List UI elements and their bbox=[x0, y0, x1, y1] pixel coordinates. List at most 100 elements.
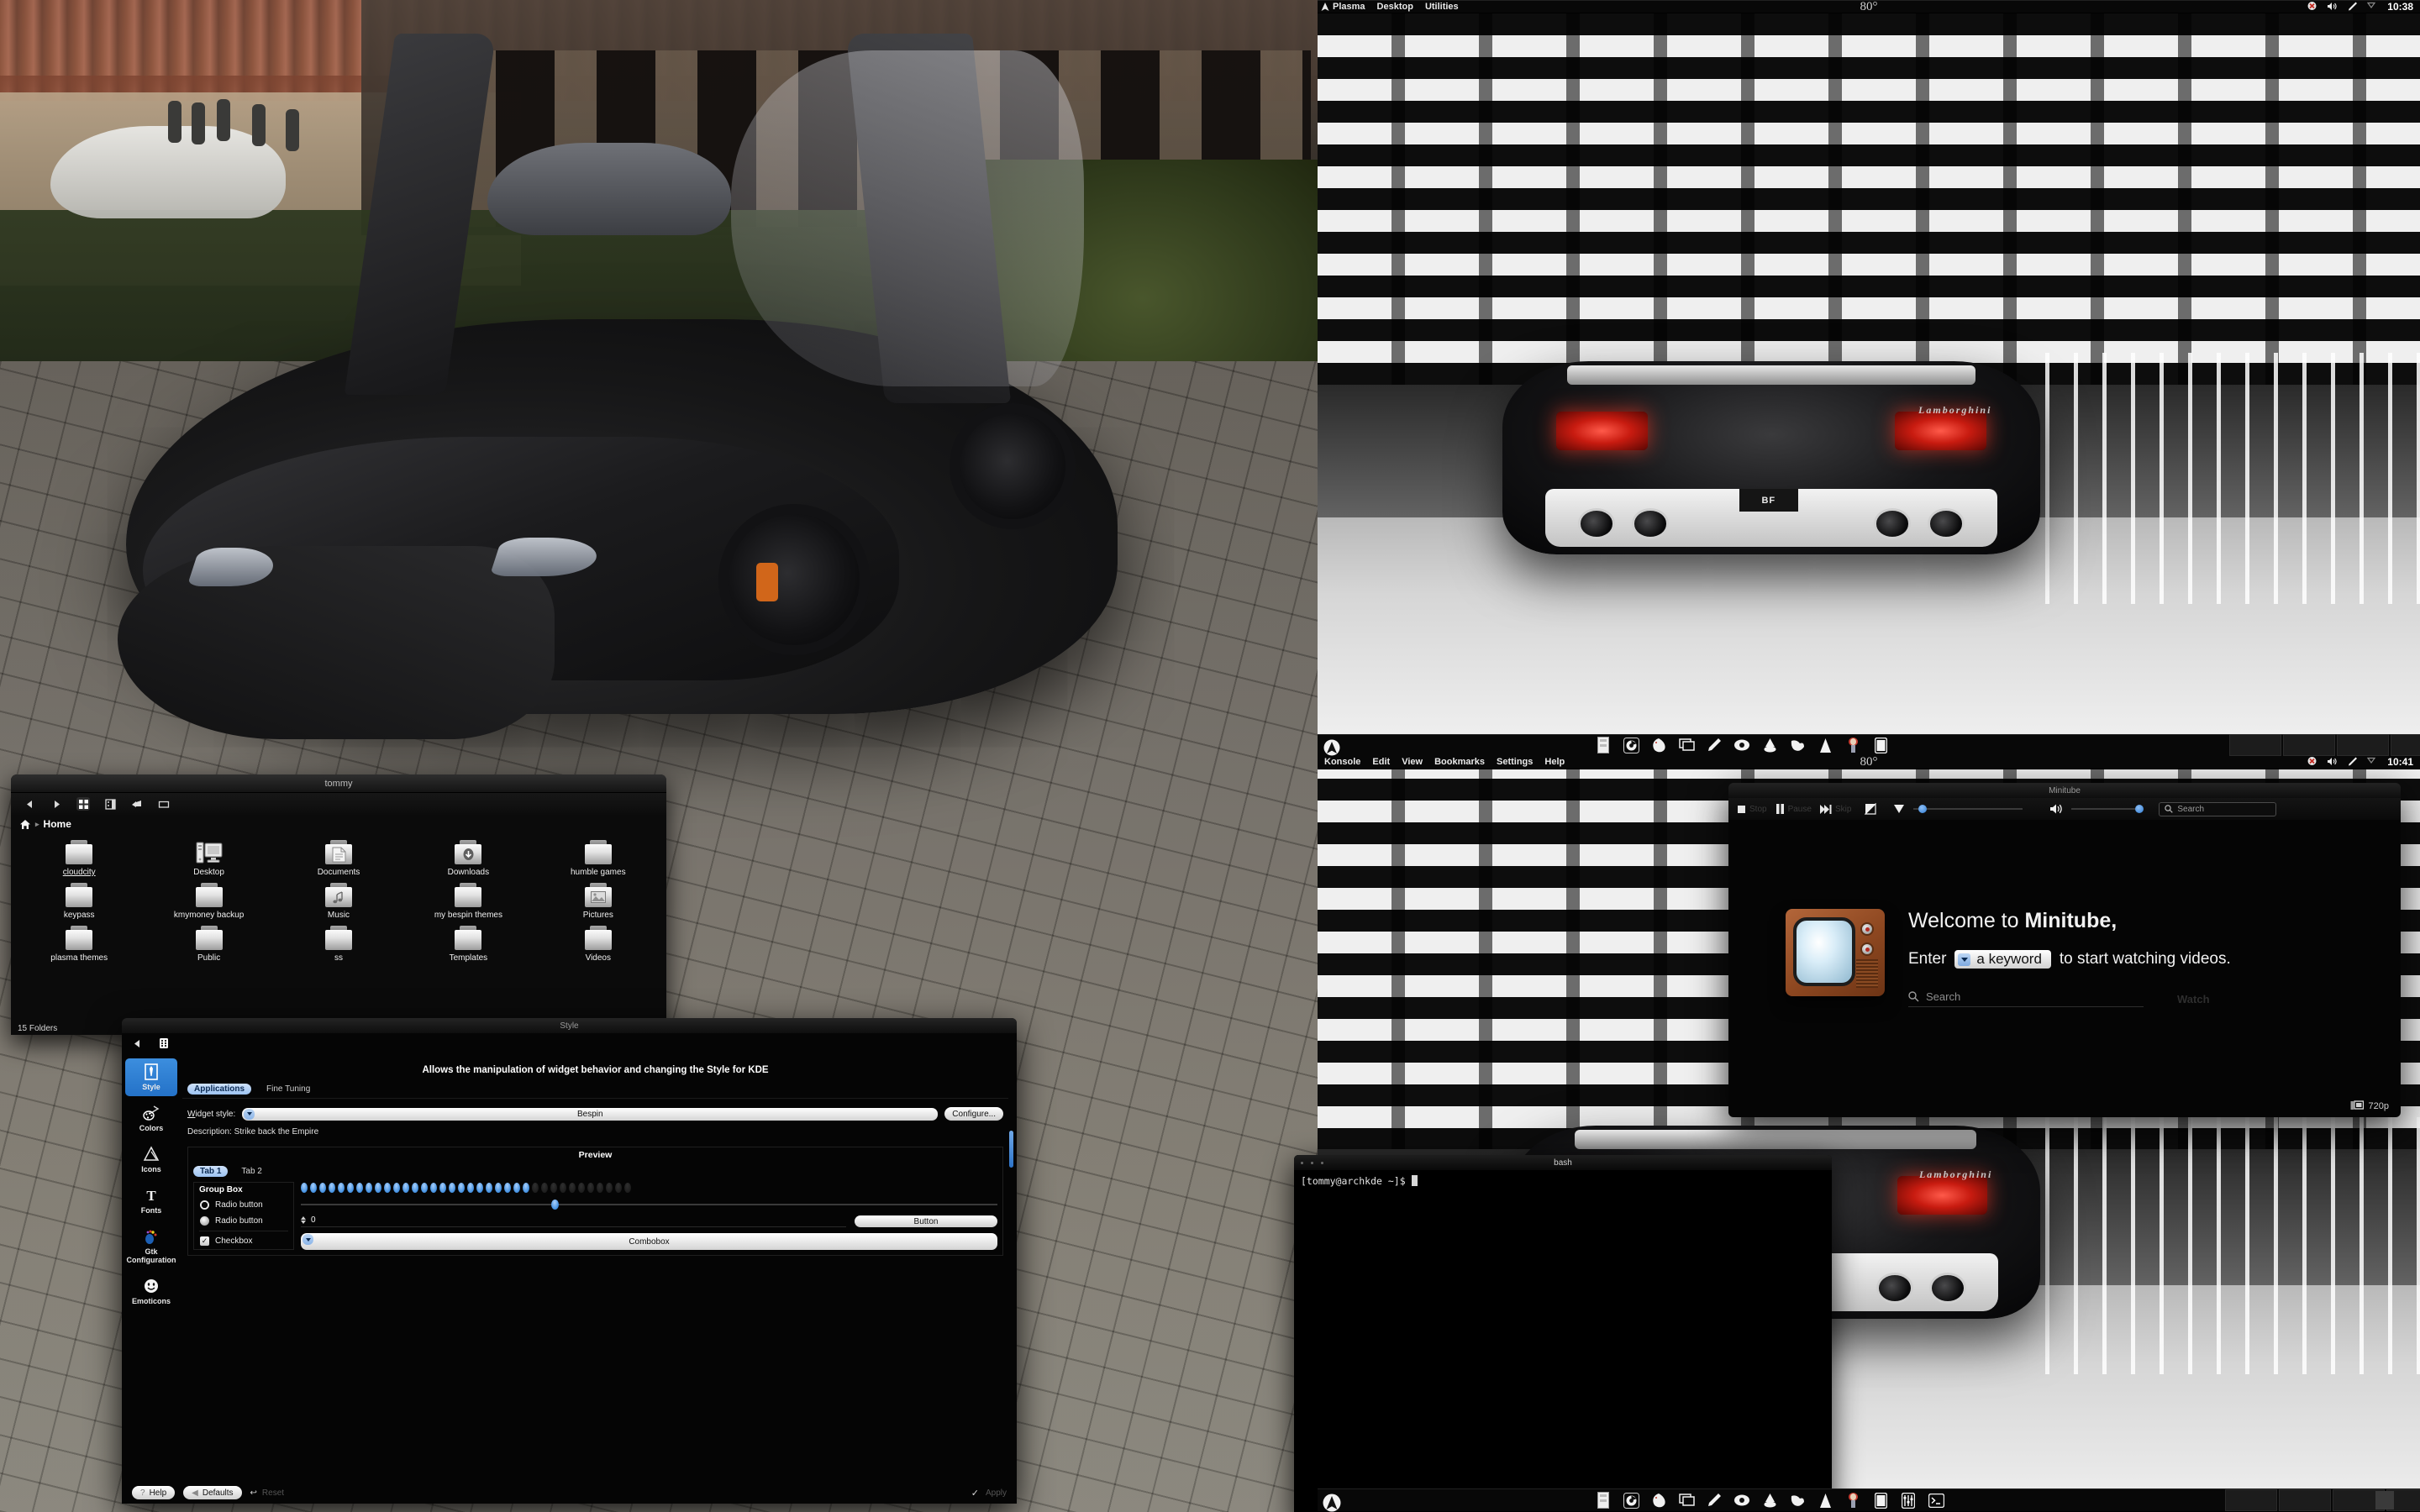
list-item[interactable]: kmymoney backup bbox=[144, 883, 273, 921]
menu-settings[interactable]: Settings bbox=[1497, 757, 1533, 767]
kate-icon[interactable] bbox=[1706, 736, 1723, 754]
volume-icon[interactable] bbox=[2327, 756, 2338, 768]
list-item[interactable]: Pictures bbox=[534, 883, 663, 921]
menu-edit[interactable]: Edit bbox=[1372, 757, 1390, 767]
back-icon[interactable] bbox=[132, 1038, 143, 1049]
file-manager-icon[interactable] bbox=[1595, 736, 1612, 754]
watch-button[interactable]: Watch bbox=[2177, 993, 2210, 1005]
style-settings-window[interactable]: Style Style Colors Icons T Fonts Gtk Con… bbox=[122, 1018, 1017, 1504]
quality-status[interactable]: 720p bbox=[2350, 1100, 2389, 1111]
pause-button[interactable]: Pause bbox=[1776, 804, 1812, 814]
menu-desktop[interactable]: Desktop bbox=[1377, 2, 1413, 12]
sidebar-item-gtk-configuration[interactable]: Gtk Configuration bbox=[125, 1223, 177, 1269]
list-item[interactable]: Templates bbox=[403, 926, 533, 963]
volume-icon[interactable] bbox=[2049, 803, 2063, 815]
radio-button-checked[interactable] bbox=[200, 1216, 209, 1226]
reset-button[interactable]: ↩ Reset bbox=[250, 1488, 285, 1498]
remote-desktop-icon[interactable] bbox=[1678, 736, 1695, 754]
icons-view-icon[interactable] bbox=[76, 797, 90, 811]
show-hidden-icon[interactable] bbox=[2367, 756, 2379, 768]
tab-applications[interactable]: Applications bbox=[187, 1084, 252, 1095]
sidebar-item-fonts[interactable]: T Fonts bbox=[125, 1182, 177, 1220]
desktop-pager[interactable] bbox=[2375, 1491, 2415, 1509]
menu-bookmarks[interactable]: Bookmarks bbox=[1434, 757, 1485, 767]
volume-icon[interactable] bbox=[2327, 1, 2338, 13]
inkscape-icon[interactable] bbox=[1761, 1491, 1778, 1509]
terminal-output[interactable]: [tommy@archkde ~]$ bbox=[1294, 1170, 1832, 1192]
checkbox-row[interactable]: ✓ Checkbox bbox=[194, 1233, 293, 1249]
sidebar-item-colors[interactable]: Colors bbox=[125, 1100, 177, 1137]
preview-tab-1[interactable]: Tab 1 bbox=[193, 1166, 229, 1177]
gimp-icon[interactable] bbox=[1789, 1491, 1806, 1509]
messaging-offline-icon[interactable] bbox=[2307, 756, 2318, 768]
menu-konsole[interactable]: Konsole bbox=[1324, 757, 1360, 767]
overview-icon[interactable] bbox=[158, 1037, 170, 1049]
kdenlive-icon[interactable] bbox=[1844, 1491, 1861, 1509]
scrollbar-vertical[interactable] bbox=[1009, 1131, 1013, 1168]
welcome-search-input[interactable]: Search bbox=[1908, 990, 2144, 1007]
preview-combobox[interactable]: Combobox bbox=[301, 1233, 997, 1250]
list-item[interactable]: ss bbox=[274, 926, 403, 963]
radio-button-unchecked[interactable] bbox=[200, 1200, 209, 1210]
firefox-icon[interactable] bbox=[1650, 1491, 1667, 1509]
klipper-icon[interactable] bbox=[2347, 1, 2359, 13]
blender-icon[interactable] bbox=[1817, 736, 1833, 754]
firefox-icon[interactable] bbox=[1650, 736, 1667, 754]
apply-button[interactable]: Apply bbox=[986, 1488, 1007, 1498]
eye-of-gnome-icon[interactable] bbox=[1733, 1491, 1750, 1509]
list-item[interactable]: humble games bbox=[534, 840, 663, 878]
preview-tab-2[interactable]: Tab 2 bbox=[234, 1166, 268, 1177]
search-input[interactable]: Search bbox=[2159, 801, 2277, 816]
back-icon[interactable] bbox=[23, 797, 36, 811]
menu-utilities[interactable]: Utilities bbox=[1425, 2, 1459, 12]
task-button[interactable] bbox=[2391, 734, 2420, 757]
split-view-icon[interactable] bbox=[130, 797, 144, 811]
tablet-icon[interactable] bbox=[1872, 736, 1889, 754]
keyword-combobox[interactable]: a keyword bbox=[1954, 950, 2051, 969]
sidebar-item-style[interactable]: Style bbox=[125, 1058, 177, 1096]
list-item[interactable]: keypass bbox=[14, 883, 144, 921]
tab-fine-tuning[interactable]: Fine Tuning bbox=[260, 1084, 317, 1095]
slider[interactable] bbox=[301, 1200, 997, 1210]
list-item[interactable]: Downloads bbox=[403, 840, 533, 878]
seek-handle[interactable] bbox=[1918, 805, 1927, 813]
file-manager-icon[interactable] bbox=[1595, 1491, 1612, 1509]
chromium-icon[interactable] bbox=[1623, 1491, 1639, 1509]
list-item[interactable]: Videos bbox=[534, 926, 663, 963]
show-hidden-icon[interactable] bbox=[2367, 1, 2379, 13]
preview-button[interactable]: Button bbox=[855, 1215, 997, 1227]
menu-view[interactable]: View bbox=[1402, 757, 1423, 767]
konsole-window[interactable]: bash [tommy@archkde ~]$ bbox=[1294, 1155, 1832, 1512]
seek-slider[interactable] bbox=[1913, 804, 2023, 814]
messaging-offline-icon[interactable] bbox=[2307, 1, 2318, 13]
terminal-icon[interactable] bbox=[1928, 1491, 1944, 1509]
configure-button[interactable]: Configure... bbox=[944, 1107, 1003, 1121]
spinbox[interactable]: 0 bbox=[301, 1215, 846, 1227]
preview-icon[interactable] bbox=[157, 797, 171, 811]
arch-launcher-icon[interactable] bbox=[1319, 1, 1331, 13]
task-button[interactable] bbox=[2225, 1489, 2277, 1511]
fullscreen-icon[interactable] bbox=[1865, 803, 1876, 815]
list-item[interactable]: Documents bbox=[274, 840, 403, 878]
list-item[interactable]: Music bbox=[274, 883, 403, 921]
list-item[interactable]: plasma themes bbox=[14, 926, 144, 963]
chromium-icon[interactable] bbox=[1623, 736, 1639, 754]
stop-button[interactable]: Stop bbox=[1737, 805, 1767, 814]
blender-icon[interactable] bbox=[1817, 1491, 1833, 1509]
list-item[interactable]: Desktop bbox=[144, 840, 273, 878]
mixer-icon[interactable] bbox=[1900, 1491, 1917, 1509]
details-view-icon[interactable] bbox=[103, 797, 117, 811]
list-item[interactable]: my bespin themes bbox=[403, 883, 533, 921]
task-button[interactable] bbox=[2229, 734, 2281, 757]
kdenlive-icon[interactable] bbox=[1844, 736, 1861, 754]
checkbox-checked-icon[interactable]: ✓ bbox=[200, 1236, 209, 1246]
gimp-icon[interactable] bbox=[1789, 736, 1806, 754]
clock[interactable]: 10:38 bbox=[2387, 1, 2413, 13]
widget-style-combobox[interactable]: Bespin bbox=[242, 1107, 939, 1121]
pager-desktop-2[interactable] bbox=[2396, 1491, 2415, 1509]
download-icon[interactable] bbox=[1893, 804, 1905, 814]
task-button[interactable] bbox=[2283, 734, 2335, 757]
forward-icon[interactable] bbox=[50, 797, 63, 811]
list-item[interactable]: Public bbox=[144, 926, 273, 963]
kate-icon[interactable] bbox=[1706, 1491, 1723, 1509]
